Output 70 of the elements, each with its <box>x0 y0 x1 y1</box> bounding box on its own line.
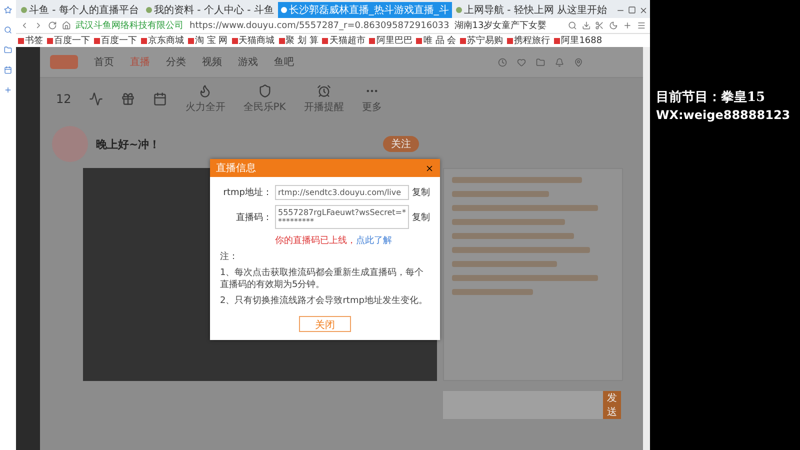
bookmark-link[interactable]: 携程旅行 <box>507 34 550 47</box>
note-text: 注： <box>220 252 239 264</box>
program-caption: 目前节目：拳皇15 <box>656 89 766 106</box>
search-icon[interactable] <box>568 21 577 30</box>
nav-link[interactable]: 游戏 <box>238 55 258 69</box>
star-icon[interactable] <box>4 6 12 14</box>
close-icon[interactable] <box>639 6 648 15</box>
copy-link[interactable]: 复制 <box>412 210 430 224</box>
send-button[interactable]: 发送 <box>603 391 621 419</box>
chat-input[interactable] <box>443 391 603 419</box>
follow-button[interactable]: 关注 <box>383 136 419 152</box>
folder-icon[interactable] <box>4 46 12 54</box>
close-icon[interactable] <box>425 164 434 172</box>
nav-link[interactable]: 视频 <box>202 55 222 69</box>
maximize-icon[interactable] <box>628 6 636 14</box>
scrollbar[interactable] <box>643 47 650 450</box>
bookmark-link[interactable]: 阿里巴巴 <box>369 34 412 47</box>
bookmark-link[interactable]: 百度一下 <box>94 34 137 47</box>
reload-icon[interactable] <box>48 21 57 30</box>
back-icon[interactable] <box>20 21 29 30</box>
learn-link[interactable]: 点此了解 <box>356 236 392 246</box>
contact-caption: WX:weige88888123 <box>656 108 792 122</box>
tool-icon[interactable] <box>198 84 212 98</box>
bookmark-link[interactable]: 聚 划 算 <box>278 34 318 47</box>
tool-icon[interactable] <box>316 84 331 98</box>
wave-icon[interactable] <box>89 92 104 106</box>
calendar-icon[interactable] <box>153 92 168 106</box>
warning-text: 你的直播码已上线，点此了解 <box>274 234 393 247</box>
bookmark-link[interactable]: 百度一下 <box>47 34 90 47</box>
rtmp-field[interactable]: rtmp://sendtc3.douyu.com/live <box>275 185 409 200</box>
bookmark-link[interactable]: 淘 宝 网 <box>188 34 228 47</box>
calendar-icon[interactable] <box>4 66 12 74</box>
home-icon[interactable] <box>62 21 70 30</box>
nav-link[interactable]: 首页 <box>94 55 114 69</box>
address-field[interactable]: 武汉斗鱼网络科技有限公司 https://www.douyu.com/5557287_r=0.863095872916033 <box>76 19 450 32</box>
bookmark-link[interactable]: 天猫商城 <box>232 34 275 47</box>
bell-icon[interactable] <box>555 58 564 66</box>
nav-link[interactable]: 分类 <box>166 55 186 69</box>
scissors-icon[interactable] <box>595 21 604 30</box>
bookmark-link[interactable]: 唯 品 会 <box>416 34 456 47</box>
field-label: rtmp地址： <box>222 186 272 199</box>
score-count: 12 <box>56 92 72 106</box>
moon-icon[interactable] <box>609 21 618 30</box>
copy-link[interactable]: 复制 <box>412 186 430 199</box>
plus-icon[interactable] <box>4 86 12 94</box>
bookmark-link[interactable]: 天猫超市 <box>322 34 366 47</box>
bookmark-link[interactable]: 苏宁易购 <box>460 34 504 47</box>
code-field[interactable]: 5557287rgLFaeuwt?wsSecret=********** <box>275 205 409 229</box>
tool-icon[interactable] <box>258 84 272 98</box>
bookmark-link[interactable]: 京东商城 <box>141 34 184 47</box>
dialog-title: 直播信息 <box>216 162 256 175</box>
search-field[interactable]: 湖南13岁女童产下女婴 <box>454 19 563 32</box>
search-icon[interactable] <box>4 26 12 34</box>
plus-icon[interactable] <box>623 21 632 30</box>
bookmark-link[interactable]: 书签 <box>18 34 43 47</box>
site-name: 武汉斗鱼网络科技有限公司 <box>76 20 184 32</box>
room-title: 晚上好~冲！ <box>96 136 160 152</box>
folder-icon[interactable] <box>536 58 545 66</box>
clock-icon[interactable] <box>498 58 507 66</box>
note-text: 1、每次点击获取推流码都会重新生成直播码，每个直播码的有效期为5分钟。 <box>220 268 425 291</box>
nav-link[interactable]: 鱼吧 <box>274 55 294 69</box>
url-text: https://www.douyu.com/5557287_r=0.863095872916033 <box>190 20 450 30</box>
heart-icon[interactable] <box>517 58 526 66</box>
menu-icon[interactable] <box>637 21 646 30</box>
pin-icon[interactable] <box>574 58 583 66</box>
bookmark-link[interactable]: 阿里1688 <box>554 34 602 47</box>
gift-icon[interactable] <box>121 92 136 106</box>
note-text: 2、只有切换推流线路才会导致rtmp地址发生变化。 <box>220 296 428 307</box>
download-icon[interactable] <box>582 21 590 30</box>
field-label: 直播码： <box>235 212 272 224</box>
